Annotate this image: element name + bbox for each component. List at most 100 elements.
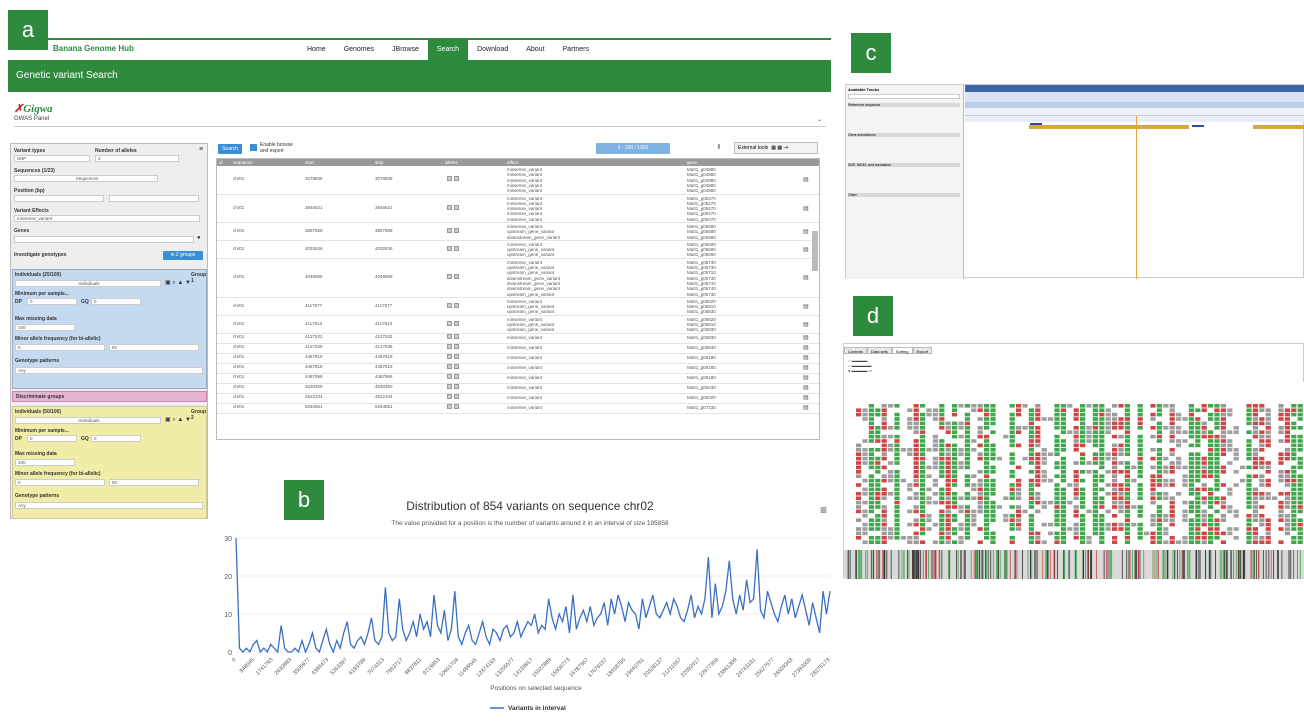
row-detail-icon[interactable]: ▤ xyxy=(803,303,809,310)
variant-types-select[interactable]: SNP xyxy=(14,155,90,162)
track-section-header[interactable]: Gene annotations xyxy=(848,133,960,137)
browse-checkbox[interactable] xyxy=(250,144,257,151)
gene-feature[interactable] xyxy=(1029,125,1189,129)
table-scrollbar[interactable] xyxy=(812,231,818,271)
search-button[interactable]: Search xyxy=(218,144,242,154)
column-header-start[interactable]: start xyxy=(305,160,314,165)
external-tools-button[interactable]: External tools ▦ ▦ ⇥ xyxy=(734,142,818,154)
nav-item-genomes[interactable]: Genomes xyxy=(335,40,383,60)
row-detail-icon[interactable]: ▤ xyxy=(803,344,809,351)
chart-menu-icon[interactable]: ≡ xyxy=(820,503,827,517)
row-detail-icon[interactable]: ▤ xyxy=(803,354,809,361)
module-select[interactable]: GWAS Panel ⌄ xyxy=(14,116,826,127)
nav-item-search[interactable]: Search xyxy=(427,40,469,60)
track-section-header[interactable]: SNP, INDEL and annotation xyxy=(848,163,960,167)
tab-data-sets[interactable]: Data sets xyxy=(866,347,892,354)
group2-gq-input[interactable]: 0 xyxy=(91,435,141,442)
row-detail-icon[interactable]: ▤ xyxy=(803,321,809,328)
group1-gq-input[interactable]: 0 xyxy=(91,298,141,305)
position-max-input[interactable] xyxy=(109,195,199,202)
menu-icon[interactable]: ≡ xyxy=(199,146,203,153)
row-detail-icon[interactable]: ▤ xyxy=(803,228,809,235)
sort-options[interactable]: ○ ▬▬▬▬ ○ ▬▬▬▬▬ ● ▬▬▬▬ ▭ xyxy=(848,358,908,376)
tab-export[interactable]: Export xyxy=(912,347,933,354)
gene-feature-2[interactable] xyxy=(1253,125,1304,129)
row-detail-icon[interactable]: ▤ xyxy=(803,374,809,381)
column-header-sequence[interactable]: sequence xyxy=(233,160,253,165)
group2-individuals-select[interactable]: Individuals xyxy=(15,417,161,424)
row-detail-icon[interactable]: ▤ xyxy=(803,205,809,212)
table-row[interactable]: chr01 3857569 3857569 missense_variant upstr… xyxy=(217,223,819,241)
groups-button[interactable]: in 2 groups xyxy=(163,251,203,260)
group1-dp-input[interactable]: 0 xyxy=(27,298,77,305)
row-detail-icon[interactable]: ▤ xyxy=(803,394,809,401)
column-header-stop[interactable]: stop xyxy=(375,160,384,165)
genotype-cell xyxy=(920,522,926,527)
track-section-header[interactable]: Reference sequence xyxy=(848,103,960,107)
snp-feature-2[interactable] xyxy=(1192,125,1204,127)
genes-input[interactable] xyxy=(14,236,194,243)
group2-pattern-select[interactable]: Any xyxy=(15,502,203,509)
nav-item-jbrowse[interactable]: JBrowse xyxy=(383,40,428,60)
table-row[interactable]: chr01 4127536 4127536 missense_variant Ma01_… xyxy=(217,343,819,354)
table-row[interactable]: chr01 4622104 4622104 missense_variant Ma01_… xyxy=(217,393,819,404)
nav-item-home[interactable]: Home xyxy=(298,40,335,60)
sequences-select[interactable]: Sequences xyxy=(14,175,158,182)
snp-feature[interactable] xyxy=(1030,123,1042,125)
column-header-gene[interactable]: gene xyxy=(687,160,697,165)
table-row[interactable]: chr01 3078838 3078838 missense_variant misse… xyxy=(217,166,819,195)
group1-maf-max[interactable]: 50 xyxy=(109,344,199,351)
genotype-cell xyxy=(875,522,881,527)
genotype-cell xyxy=(913,531,919,536)
help-icon[interactable]: ● xyxy=(197,235,201,241)
column-header-effect[interactable]: effect xyxy=(507,160,518,165)
group1-tool-icons[interactable]: ▣ ⌕ ▲ ▼ xyxy=(165,279,191,287)
group2-maf-max[interactable]: 50 xyxy=(109,479,199,486)
group1-pattern-select[interactable]: Any xyxy=(15,367,203,374)
group2-missing-input[interactable]: 100 xyxy=(15,459,75,466)
row-detail-icon[interactable]: ▤ xyxy=(803,404,809,411)
column-header-id[interactable]: id xyxy=(219,160,223,165)
row-detail-icon[interactable]: ▤ xyxy=(803,364,809,371)
genotype-cell xyxy=(1016,522,1022,527)
group2-dp-input[interactable]: 0 xyxy=(27,435,77,442)
track-section-header[interactable]: Other xyxy=(848,193,960,197)
table-row[interactable]: chr01 4487818 4487818 missense_variant Ma01_… xyxy=(217,363,819,374)
table-row[interactable]: chr01 4032636 4032636 missense_variant upstr… xyxy=(217,241,819,259)
table-row[interactable]: chr01 4048958 4048958 missense_variant upstr… xyxy=(217,259,819,298)
table-row[interactable]: chr01 4127532 4127532 missense_variant Ma01_… xyxy=(217,333,819,344)
tab-controls[interactable]: Controls xyxy=(844,347,867,354)
group1-maf-min[interactable]: 0 xyxy=(15,344,105,351)
table-row[interactable]: chr01 4117613 4117613 missense_variant upstr… xyxy=(217,316,819,334)
nav-item-about[interactable]: About xyxy=(517,40,553,60)
discriminate-groups[interactable]: Discriminate groups xyxy=(12,391,207,402)
track-filter-input[interactable] xyxy=(848,94,960,99)
tab-sorting[interactable]: Sorting xyxy=(891,347,913,354)
brand-link[interactable]: Banana Genome Hub xyxy=(53,44,134,53)
row-detail-icon[interactable]: ▤ xyxy=(803,274,809,281)
download-icon[interactable]: ⬇ xyxy=(716,143,722,151)
effects-select[interactable]: missense_variant xyxy=(14,215,200,222)
genotype-cell xyxy=(868,452,874,456)
row-detail-icon[interactable]: ▤ xyxy=(803,246,809,253)
column-header-alleles[interactable]: alleles xyxy=(445,160,458,165)
table-row[interactable]: chr01 4487818 4487818 missense_variant Ma01_… xyxy=(217,353,819,364)
group1-individuals-select[interactable]: Individuals xyxy=(15,280,161,287)
num-alleles-select[interactable]: 2 xyxy=(95,155,179,162)
row-detail-icon[interactable]: ▤ xyxy=(803,384,809,391)
position-min-input[interactable] xyxy=(14,195,104,202)
row-detail-icon[interactable]: ▤ xyxy=(803,176,809,183)
group1-missing-input[interactable]: 100 xyxy=(15,324,75,331)
table-row[interactable]: chr01 5264651 5264651 missense_variant Ma01_… xyxy=(217,403,819,414)
group2-tool-icons[interactable]: ▣ ⌕ ▲ ▼ xyxy=(165,416,191,424)
table-row[interactable]: chr01 4630460 4630460 missense_variant Ma01_… xyxy=(217,383,819,394)
nav-item-partners[interactable]: Partners xyxy=(554,40,598,60)
genotype-cell xyxy=(1195,408,1201,412)
nav-item-download[interactable]: Download xyxy=(468,40,517,60)
row-detail-icon[interactable]: ▤ xyxy=(803,334,809,341)
table-row[interactable]: chr01 3846621 3846621 missense_variant misse… xyxy=(217,195,819,223)
pagination[interactable]: 1 - 100 / 1001 xyxy=(596,143,670,154)
group2-maf-min[interactable]: 0 xyxy=(15,479,105,486)
table-row[interactable]: chr01 4117577 4117577 missense_variant upstr… xyxy=(217,298,819,316)
table-row[interactable]: chr01 4487958 4487958 missense_variant Ma01_… xyxy=(217,373,819,384)
